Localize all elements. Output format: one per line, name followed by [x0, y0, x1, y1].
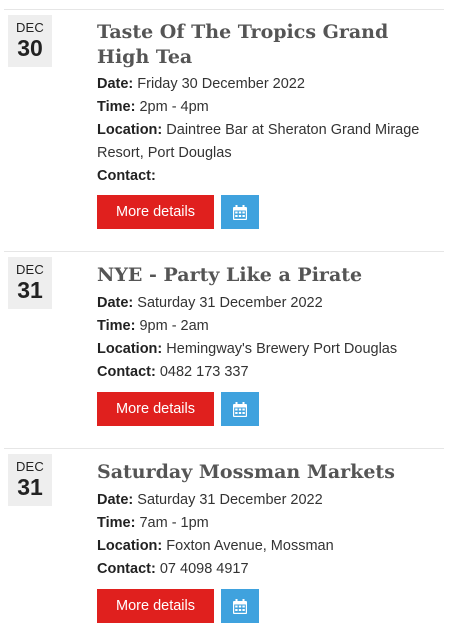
date-value: Friday 30 December 2022 [137, 76, 305, 92]
time-label: Time: [97, 318, 136, 334]
time-value: 7am - 1pm [139, 515, 209, 531]
date-label: Date: [97, 76, 134, 92]
date-day: 31 [17, 277, 43, 303]
divider [4, 251, 444, 252]
location-label: Location: [97, 538, 163, 554]
date-badge: DEC 31 [8, 257, 52, 309]
divider [4, 9, 444, 10]
location-row: Location: Foxton Avenue, Mossman [97, 535, 447, 558]
add-to-calendar-button[interactable] [221, 195, 259, 229]
contact-label: Contact: [97, 561, 156, 577]
time-row: Time: 2pm - 4pm [97, 96, 447, 119]
date-row: Date: Saturday 31 December 2022 [97, 489, 447, 512]
date-label: Date: [97, 295, 134, 311]
divider [4, 448, 444, 449]
location-value: Hemingway's Brewery Port Douglas [166, 341, 398, 357]
date-value: Saturday 31 December 2022 [137, 295, 323, 311]
date-badge: DEC 30 [8, 15, 52, 67]
event-details: Date: Friday 30 December 2022 Time: 2pm … [97, 73, 447, 188]
more-details-button[interactable]: More details [97, 392, 214, 426]
event-title[interactable]: Saturday Mossman Markets [97, 460, 437, 485]
contact-label: Contact: [97, 364, 156, 380]
contact-row: Contact: 07 4098 4917 [97, 558, 447, 581]
location-label: Location: [97, 122, 163, 138]
contact-row: Contact: [97, 165, 447, 188]
location-row: Location: Hemingway's Brewery Port Dougl… [97, 338, 447, 361]
time-row: Time: 9pm - 2am [97, 315, 447, 338]
add-to-calendar-button[interactable] [221, 392, 259, 426]
date-row: Date: Saturday 31 December 2022 [97, 292, 447, 315]
contact-row: Contact: 0482 173 337 [97, 361, 447, 384]
contact-label: Contact: [97, 168, 156, 184]
contact-value: 07 4098 4917 [159, 561, 249, 577]
contact-value: 0482 173 337 [159, 364, 249, 380]
more-details-button[interactable]: More details [97, 195, 214, 229]
location-value: Foxton Avenue, Mossman [166, 538, 334, 554]
time-value: 2pm - 4pm [139, 99, 209, 115]
date-badge: DEC 31 [8, 454, 52, 506]
calendar-icon [233, 204, 247, 220]
date-value: Saturday 31 December 2022 [137, 492, 323, 508]
date-row: Date: Friday 30 December 2022 [97, 73, 447, 96]
event-details: Date: Saturday 31 December 2022 Time: 7a… [97, 489, 447, 581]
date-month: DEC [15, 459, 45, 474]
date-label: Date: [97, 492, 134, 508]
time-value: 9pm - 2am [139, 318, 209, 334]
add-to-calendar-button[interactable] [221, 589, 259, 623]
time-label: Time: [97, 99, 136, 115]
location-row: Location: Daintree Bar at Sheraton Grand… [97, 119, 447, 165]
event-details: Date: Saturday 31 December 2022 Time: 9p… [97, 292, 447, 384]
location-label: Location: [97, 341, 163, 357]
time-label: Time: [97, 515, 136, 531]
event-title[interactable]: NYE - Party Like a Pirate [97, 263, 437, 288]
event-title[interactable]: Taste Of The Tropics Grand High Tea [97, 20, 437, 70]
date-month: DEC [15, 20, 45, 35]
more-details-button[interactable]: More details [97, 589, 214, 623]
calendar-icon [233, 598, 247, 614]
time-row: Time: 7am - 1pm [97, 512, 447, 535]
date-month: DEC [15, 262, 45, 277]
date-day: 31 [17, 474, 43, 500]
calendar-icon [233, 401, 247, 417]
date-day: 30 [17, 35, 43, 61]
